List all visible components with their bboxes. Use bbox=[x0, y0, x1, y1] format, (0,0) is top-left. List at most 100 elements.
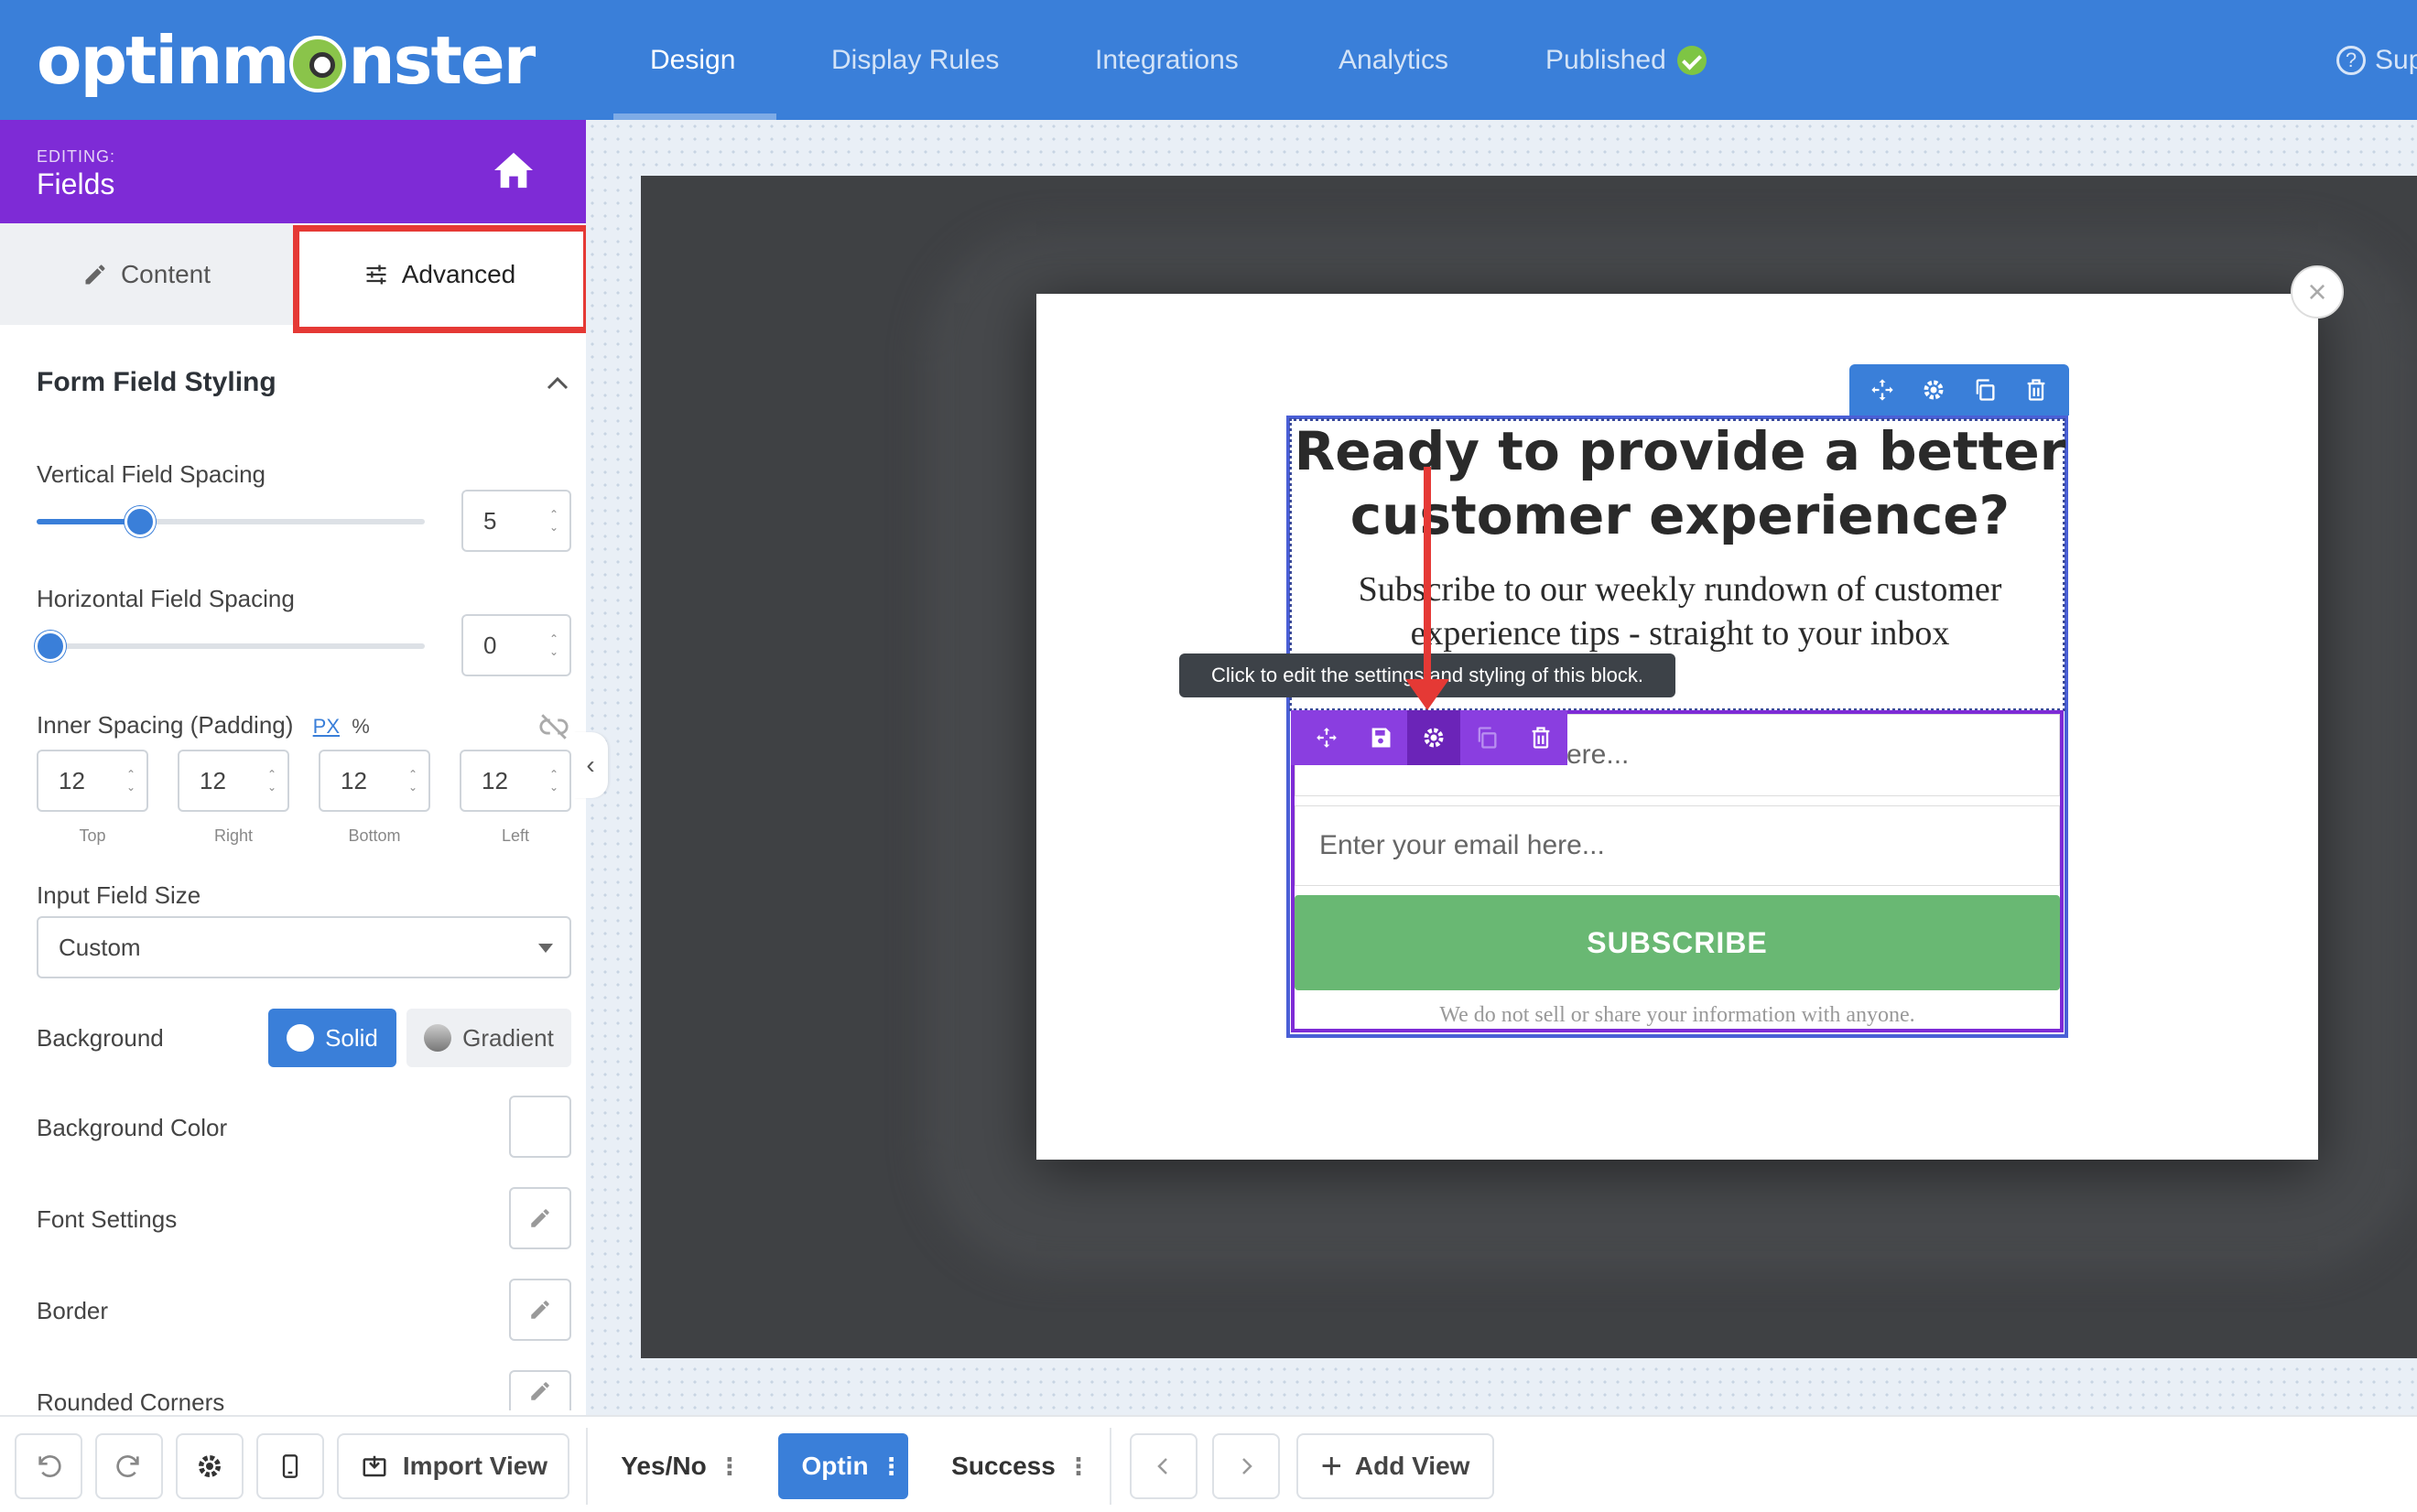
vertical-spacing-label: Vertical Field Spacing bbox=[37, 460, 266, 488]
padding-bottom-value: 12 bbox=[341, 766, 367, 794]
divider bbox=[586, 1428, 588, 1505]
top-nav-bar: optinm nster Design Display Rules Integra… bbox=[0, 0, 2417, 120]
undo-button[interactable] bbox=[15, 1433, 82, 1499]
input-size-select[interactable]: Custom bbox=[37, 916, 571, 978]
vertical-spacing-input[interactable]: 5 ⌃ ⌄ bbox=[461, 490, 571, 552]
horizontal-spacing-value: 0 bbox=[483, 631, 497, 659]
tab-display-rules[interactable]: Display Rules bbox=[831, 0, 999, 120]
advanced-tab-highlight-annotation bbox=[293, 225, 590, 333]
check-circle-icon bbox=[1676, 45, 1707, 75]
stepper-icon[interactable]: ⌃ ⌄ bbox=[547, 508, 560, 534]
editing-header: EDITING: Fields bbox=[0, 120, 586, 223]
font-settings-edit-button[interactable] bbox=[509, 1187, 571, 1249]
padding-bottom-label: Bottom bbox=[348, 826, 401, 845]
gear-icon bbox=[199, 1455, 221, 1477]
tab-published[interactable]: Published bbox=[1545, 0, 1707, 120]
rounded-corners-edit-button[interactable] bbox=[509, 1370, 571, 1410]
support-link[interactable]: ? Sup bbox=[2336, 0, 2417, 120]
duplicate-icon[interactable] bbox=[1972, 377, 1998, 403]
stepper-icon[interactable]: ⌃ ⌄ bbox=[547, 768, 560, 794]
pencil-icon bbox=[531, 1382, 549, 1400]
import-view-label: Import View bbox=[402, 1452, 548, 1480]
horizontal-spacing-handle[interactable] bbox=[35, 631, 66, 662]
tab-integrations[interactable]: Integrations bbox=[1095, 0, 1239, 120]
close-icon[interactable]: × bbox=[2291, 265, 2344, 319]
view-tab-optin[interactable]: Optin ⋮ bbox=[778, 1433, 908, 1499]
padding-left-label: Left bbox=[501, 826, 530, 845]
gear-icon[interactable] bbox=[1406, 710, 1461, 765]
next-view-button[interactable] bbox=[1212, 1433, 1280, 1499]
input-size-label: Input Field Size bbox=[37, 881, 201, 909]
more-vertical-icon[interactable]: ⋮ bbox=[718, 1454, 742, 1478]
redo-button[interactable] bbox=[95, 1433, 163, 1499]
move-icon[interactable] bbox=[1870, 377, 1895, 403]
view-tab-success[interactable]: Success ⋮ bbox=[943, 1433, 1090, 1499]
pencil-icon bbox=[85, 264, 105, 284]
import-icon bbox=[363, 1455, 386, 1477]
home-icon[interactable] bbox=[493, 151, 535, 189]
tab-content-label: Content bbox=[120, 259, 211, 288]
tab-content[interactable]: Content bbox=[0, 223, 293, 325]
collapse-sidebar-button[interactable]: ‹ bbox=[573, 732, 608, 798]
monster-logo-icon bbox=[289, 36, 347, 92]
horizontal-spacing-input[interactable]: 0 ⌃ ⌄ bbox=[461, 614, 571, 676]
background-gradient-button[interactable]: Gradient bbox=[406, 1009, 571, 1067]
gradient-label: Gradient bbox=[462, 1023, 554, 1052]
import-view-button[interactable]: Import View bbox=[337, 1433, 569, 1499]
undo-icon bbox=[38, 1455, 61, 1477]
unit-percent-toggle[interactable]: % bbox=[352, 715, 370, 738]
stepper-icon[interactable]: ⌃ ⌄ bbox=[547, 632, 560, 658]
logo-text-right: nster bbox=[348, 22, 536, 99]
optinmonster-logo[interactable]: optinm nster bbox=[37, 22, 536, 99]
section-title: Form Field Styling bbox=[37, 367, 276, 397]
padding-bottom-input[interactable]: 12 ⌃ ⌄ bbox=[319, 750, 430, 812]
circle-icon bbox=[287, 1024, 315, 1052]
padding-right-input[interactable]: 12 ⌃ ⌄ bbox=[178, 750, 289, 812]
editing-label: EDITING: bbox=[37, 147, 116, 166]
padding-label: Inner Spacing (Padding) PX % bbox=[37, 711, 370, 740]
more-vertical-icon[interactable]: ⋮ bbox=[1067, 1454, 1090, 1478]
padding-top-input[interactable]: 12 ⌃ ⌄ bbox=[37, 750, 148, 812]
chevron-up-icon[interactable] bbox=[546, 374, 569, 391]
view-tab-label: Yes/No bbox=[621, 1452, 707, 1480]
stepper-icon[interactable]: ⌃ ⌄ bbox=[125, 768, 137, 794]
tab-design[interactable]: Design bbox=[650, 0, 735, 120]
background-color-swatch[interactable] bbox=[509, 1096, 571, 1158]
solid-label: Solid bbox=[325, 1023, 378, 1052]
view-tab-yes-no[interactable]: Yes/No ⋮ bbox=[608, 1433, 742, 1499]
gear-icon[interactable] bbox=[1921, 377, 1946, 403]
save-icon[interactable] bbox=[1353, 710, 1406, 765]
chevron-left-icon: ‹ bbox=[586, 751, 595, 779]
more-vertical-icon[interactable]: ⋮ bbox=[880, 1454, 904, 1478]
active-tab-indicator bbox=[613, 113, 776, 120]
padding-left-input[interactable]: 12 ⌃ ⌄ bbox=[460, 750, 571, 812]
previous-view-button[interactable] bbox=[1130, 1433, 1198, 1499]
padding-label-text: Inner Spacing (Padding) bbox=[37, 711, 294, 739]
help-circle-icon: ? bbox=[2336, 45, 2366, 75]
unit-px-toggle[interactable]: PX bbox=[313, 715, 340, 738]
pencil-icon bbox=[531, 1209, 549, 1227]
chevron-right-icon bbox=[1242, 1458, 1252, 1474]
popup-headline[interactable]: Ready to provide a better customer exper… bbox=[1291, 419, 2069, 547]
divider bbox=[1110, 1428, 1111, 1505]
horizontal-spacing-track[interactable] bbox=[37, 643, 425, 649]
vertical-spacing-handle[interactable] bbox=[125, 506, 156, 537]
font-settings-label: Font Settings bbox=[37, 1205, 178, 1233]
unlink-icon[interactable] bbox=[537, 711, 571, 742]
trash-icon[interactable] bbox=[1514, 710, 1567, 765]
padding-right-label: Right bbox=[213, 826, 254, 845]
background-solid-button[interactable]: Solid bbox=[268, 1009, 396, 1067]
stepper-icon[interactable]: ⌃ ⌄ bbox=[406, 768, 419, 794]
tab-analytics[interactable]: Analytics bbox=[1339, 0, 1448, 120]
mobile-preview-button[interactable] bbox=[256, 1433, 324, 1499]
add-view-button[interactable]: + Add View bbox=[1296, 1433, 1494, 1499]
move-icon[interactable] bbox=[1300, 710, 1353, 765]
duplicate-icon[interactable] bbox=[1460, 710, 1513, 765]
popup-subheadline[interactable]: Subscribe to our weekly rundown of custo… bbox=[1291, 567, 2069, 655]
stepper-icon[interactable]: ⌃ ⌄ bbox=[266, 768, 278, 794]
trash-icon[interactable] bbox=[2023, 377, 2049, 403]
gradient-circle-icon bbox=[424, 1024, 452, 1052]
background-label: Background bbox=[37, 1024, 164, 1052]
border-edit-button[interactable] bbox=[509, 1279, 571, 1341]
settings-button[interactable] bbox=[176, 1433, 244, 1499]
